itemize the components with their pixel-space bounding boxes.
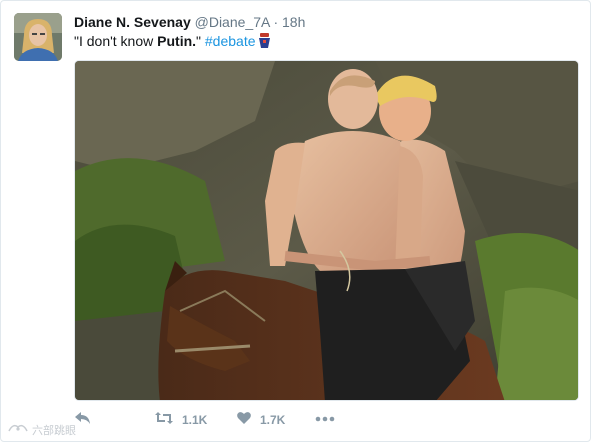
watermark-logo-icon: [7, 421, 29, 438]
retweet-count: 1.1K: [182, 412, 208, 427]
podium-icon: [258, 33, 271, 53]
watermark: 六部跳眼: [7, 421, 76, 438]
avatar-image: [14, 13, 62, 61]
retweet-button[interactable]: 1.1K: [154, 411, 207, 428]
separator-dot: ·: [273, 14, 279, 30]
tweet-photo[interactable]: [74, 60, 579, 401]
tweet-actions: 1.1K 1.7K: [74, 411, 394, 433]
display-name[interactable]: Diane N. Sevenay: [74, 14, 191, 30]
reply-button[interactable]: [74, 411, 92, 428]
hashtag-link[interactable]: #debate: [205, 33, 256, 49]
timestamp[interactable]: 18h: [282, 14, 305, 30]
tweet-text: "I don't know Putin." #debate: [74, 32, 271, 53]
like-button[interactable]: 1.7K: [236, 411, 285, 428]
text-bold: Putin.: [157, 33, 197, 49]
like-count: 1.7K: [260, 412, 286, 427]
avatar[interactable]: [14, 13, 62, 61]
text-suffix: ": [196, 33, 205, 49]
photo-image: [75, 61, 578, 400]
tweet-header: Diane N. Sevenay @Diane_7A · 18h: [74, 13, 305, 31]
watermark-text: 六部跳眼: [32, 424, 76, 437]
text-prefix: "I don't know: [74, 33, 158, 49]
heart-icon: [236, 411, 252, 428]
retweet-icon: [154, 411, 174, 428]
reply-icon: [74, 411, 92, 428]
user-handle[interactable]: @Diane_7A: [195, 14, 270, 30]
tweet-card[interactable]: Diane N. Sevenay @Diane_7A · 18h "I don'…: [0, 0, 591, 442]
more-button[interactable]: [315, 411, 335, 425]
more-icon: [315, 411, 335, 425]
